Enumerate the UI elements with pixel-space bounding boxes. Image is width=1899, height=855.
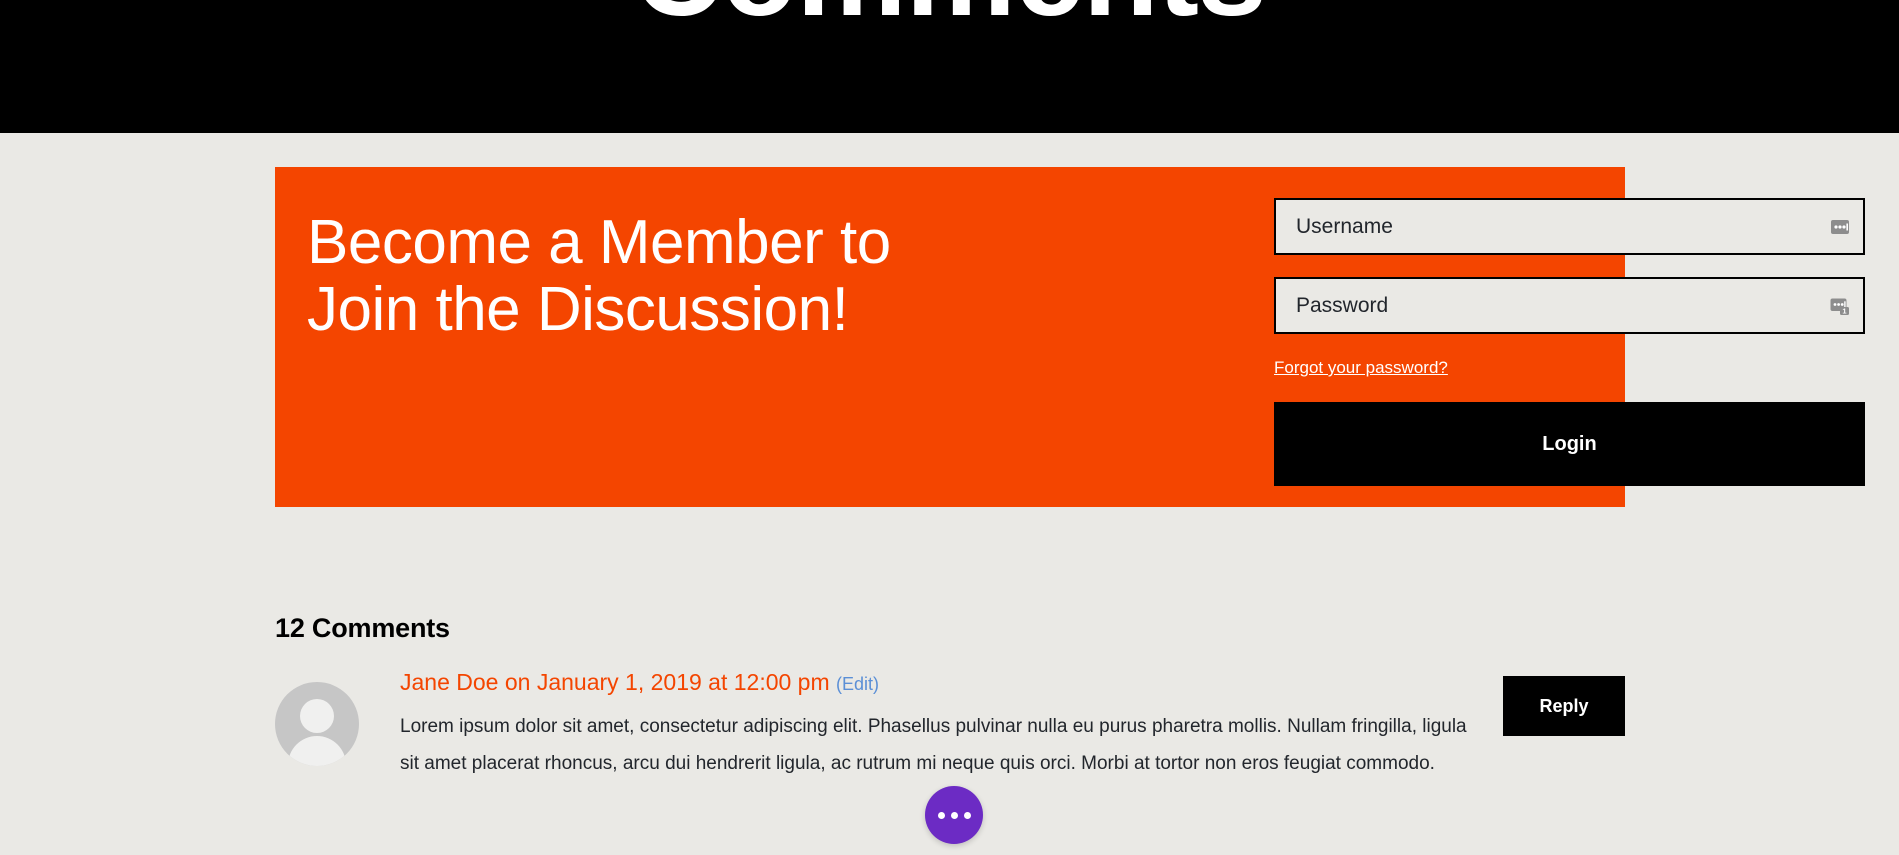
page-title: Comments (0, 0, 1899, 38)
avatar (275, 682, 359, 766)
password-field-wrapper: 1 (1274, 277, 1865, 334)
avatar-head-shape (300, 699, 334, 733)
comments-count-heading: 12 Comments (275, 613, 450, 643)
svg-text:1: 1 (1842, 306, 1846, 315)
comments-section: 12 Comments Jane Doe on January 1, 2019 … (275, 613, 1625, 788)
page-hero-header: Comments (0, 0, 1899, 133)
comment-item: Jane Doe on January 1, 2019 at 12:00 pm … (275, 668, 1625, 788)
ellipsis-icon-dot-3 (963, 811, 971, 819)
comment-meta: Jane Doe on January 1, 2019 at 12:00 pm … (400, 668, 1625, 698)
floating-more-options-button[interactable] (925, 786, 983, 844)
login-button[interactable]: Login (1274, 402, 1865, 486)
reply-button[interactable]: Reply (1503, 676, 1625, 736)
comment-author-and-date: Jane Doe on January 1, 2019 at 12:00 pm (400, 669, 830, 695)
password-manager-fill-icon[interactable] (1829, 216, 1851, 238)
avatar-body-shape (288, 736, 346, 766)
comment-edit-link[interactable]: (Edit) (836, 674, 879, 694)
login-form: 1 Forgot your password? Login (1274, 167, 1865, 486)
membership-copy: Become a Member to Join the Discussion! (275, 167, 915, 344)
membership-heading: Become a Member to Join the Discussion! (307, 208, 891, 344)
forgot-password-link[interactable]: Forgot your password? (1274, 358, 1448, 378)
username-input[interactable] (1274, 198, 1865, 255)
membership-login-panel: Become a Member to Join the Discussion! (275, 167, 1865, 507)
password-manager-fill-badge-icon[interactable]: 1 (1829, 295, 1851, 317)
password-input[interactable] (1274, 277, 1865, 334)
ellipsis-icon-dot-2 (950, 811, 958, 819)
page-root: Comments Become a Member to Join the Dis… (0, 0, 1899, 855)
username-field-wrapper (1274, 198, 1865, 255)
ellipsis-icon-dot-1 (937, 811, 945, 819)
comment-body-text: Lorem ipsum dolor sit amet, consectetur … (400, 715, 1467, 774)
